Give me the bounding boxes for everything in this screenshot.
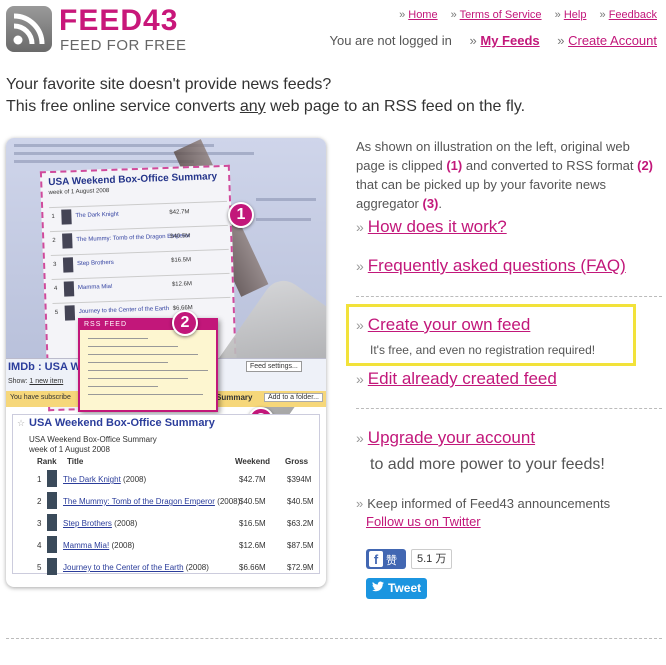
raquo-glyph: » [554,9,561,21]
table-row: 2 The Mummy: Tomb of the Dragon Emperor (… [17,491,317,513]
intro-line-1: Your favorite site doesn't provide news … [6,76,332,93]
intro-any: any [239,98,266,115]
edit-feed-link[interactable]: Edit already created feed [368,369,557,388]
card-title: USA Weekend Box-Office Summary [48,171,218,189]
show-line: Show: 1 new item [8,378,64,385]
how-it-works-item: » How does it work? [356,217,507,236]
create-feed-subtext: It's free, and even no registration requ… [370,343,596,357]
step-badge-1: 1 [228,202,254,228]
reader-week: week of 1 August 2008 [29,445,110,454]
reader-subtitle: USA Weekend Box-Office Summary [29,435,157,444]
col-weekend: Weekend [235,457,270,466]
card-row: 4 Mamma Mia! $12.6M [51,272,231,300]
divider [356,296,662,297]
illustration: USA Weekend Box-Office Summary week of 1… [6,138,326,587]
create-feed-link[interactable]: Create your own feed [368,315,531,334]
rss-feed-document: RSS FEED [78,318,218,412]
faq-link[interactable]: Frequently asked questions (FAQ) [368,256,626,275]
logo-subtitle: FEED FOR FREE [60,37,187,54]
faq-item: » Frequently asked questions (FAQ) [356,256,626,275]
rss-icon [6,6,52,52]
nav-feedback-link[interactable]: Feedback [609,9,657,21]
nav-help-link[interactable]: Help [564,9,587,21]
user-bar: You are not logged in » My Feeds » Creat… [329,33,657,48]
facebook-icon: f [369,551,383,567]
col-rank: Rank [37,457,57,466]
raquo-glyph: » [557,33,565,48]
intro-line-2: This free online service converts any we… [6,96,525,118]
imdb-feed-title: IMDb : USA We [8,361,87,373]
intro-line-2-post: web page to an RSS feed on the fly. [265,98,526,115]
feed-reader-panel: ☆ USA Weekend Box-Office Summary USA Wee… [12,414,320,575]
upgrade-account-link[interactable]: Upgrade your account [368,428,535,447]
facebook-like-button[interactable]: f 赞 [366,549,406,569]
table-row: 5 Journey to the Center of the Earth (200… [17,557,317,579]
raquo-glyph: » [599,9,606,21]
facebook-like-label: 赞 [386,555,397,567]
tweet-label: Tweet [388,581,422,595]
nav-terms-link[interactable]: Terms of Service [460,9,542,21]
edit-feed-item: » Edit already created feed [356,369,557,388]
raquo-glyph: » [469,33,477,48]
star-icon: ☆ [17,418,26,428]
create-feed-item: » Create your own feed [356,315,531,334]
login-status: You are not logged in [329,33,452,48]
divider [356,408,662,409]
add-folder-button: Add to a folder... [264,393,323,402]
announcements-text: » Keep informed of Feed43 announcements [356,496,611,511]
tweet-button[interactable]: Tweet [366,578,427,599]
top-nav: » Home » Terms of Service » Help » Feedb… [389,9,657,21]
feed-settings-button: Feed settings... [246,361,302,372]
footer-divider [6,638,662,639]
step-badge-2: 2 [172,310,198,336]
twitter-bird-icon [372,581,384,595]
table-row: 1 The Dark Knight (2008) $42.7M $394M [17,469,317,491]
intro-line-2-pre: This free online service converts [6,98,240,115]
card-row: 2 The Mummy: Tomb of the Dragon Emperor $4… [49,224,229,252]
raquo-glyph: » [399,9,406,21]
my-feeds-link[interactable]: My Feeds [480,33,539,48]
facebook-like-count: 5.1 万 [411,549,453,569]
logo[interactable]: FEED43 FEED FOR FREE [6,5,206,55]
subscribe-text: You have subscribe [10,394,71,401]
upgrade-item: » Upgrade your account [356,428,536,447]
card-row: 1 The Dark Knight $42.7M [49,200,228,228]
table-row: 3 Step Brothers (2008) $16.5M $63.2M [17,513,317,535]
reader-title: USA Weekend Box-Office Summary [29,417,215,429]
upgrade-subtext: to add more power to your feeds! [370,456,605,473]
card-week: week of 1 August 2008 [48,187,110,197]
how-it-works-link[interactable]: How does it work? [368,217,507,236]
table-row: 4 Mamma Mia! (2008) $12.6M $87.5M [17,535,317,557]
create-account-link[interactable]: Create Account [568,33,657,48]
follow-twitter-link[interactable]: Follow us on Twitter [366,514,481,529]
summary-label: Summary [216,393,253,402]
raquo-glyph: » [450,9,457,21]
illustration-description: As shown on illustration on the left, or… [356,139,653,211]
card-row: 3 Step Brothers $16.5M [50,248,230,276]
col-title: Title [67,457,84,466]
col-gross: Gross [285,457,309,466]
nav-home-link[interactable]: Home [408,9,437,21]
logo-title: FEED43 [59,4,179,37]
intro-text: Your favorite site doesn't provide news … [6,74,525,118]
